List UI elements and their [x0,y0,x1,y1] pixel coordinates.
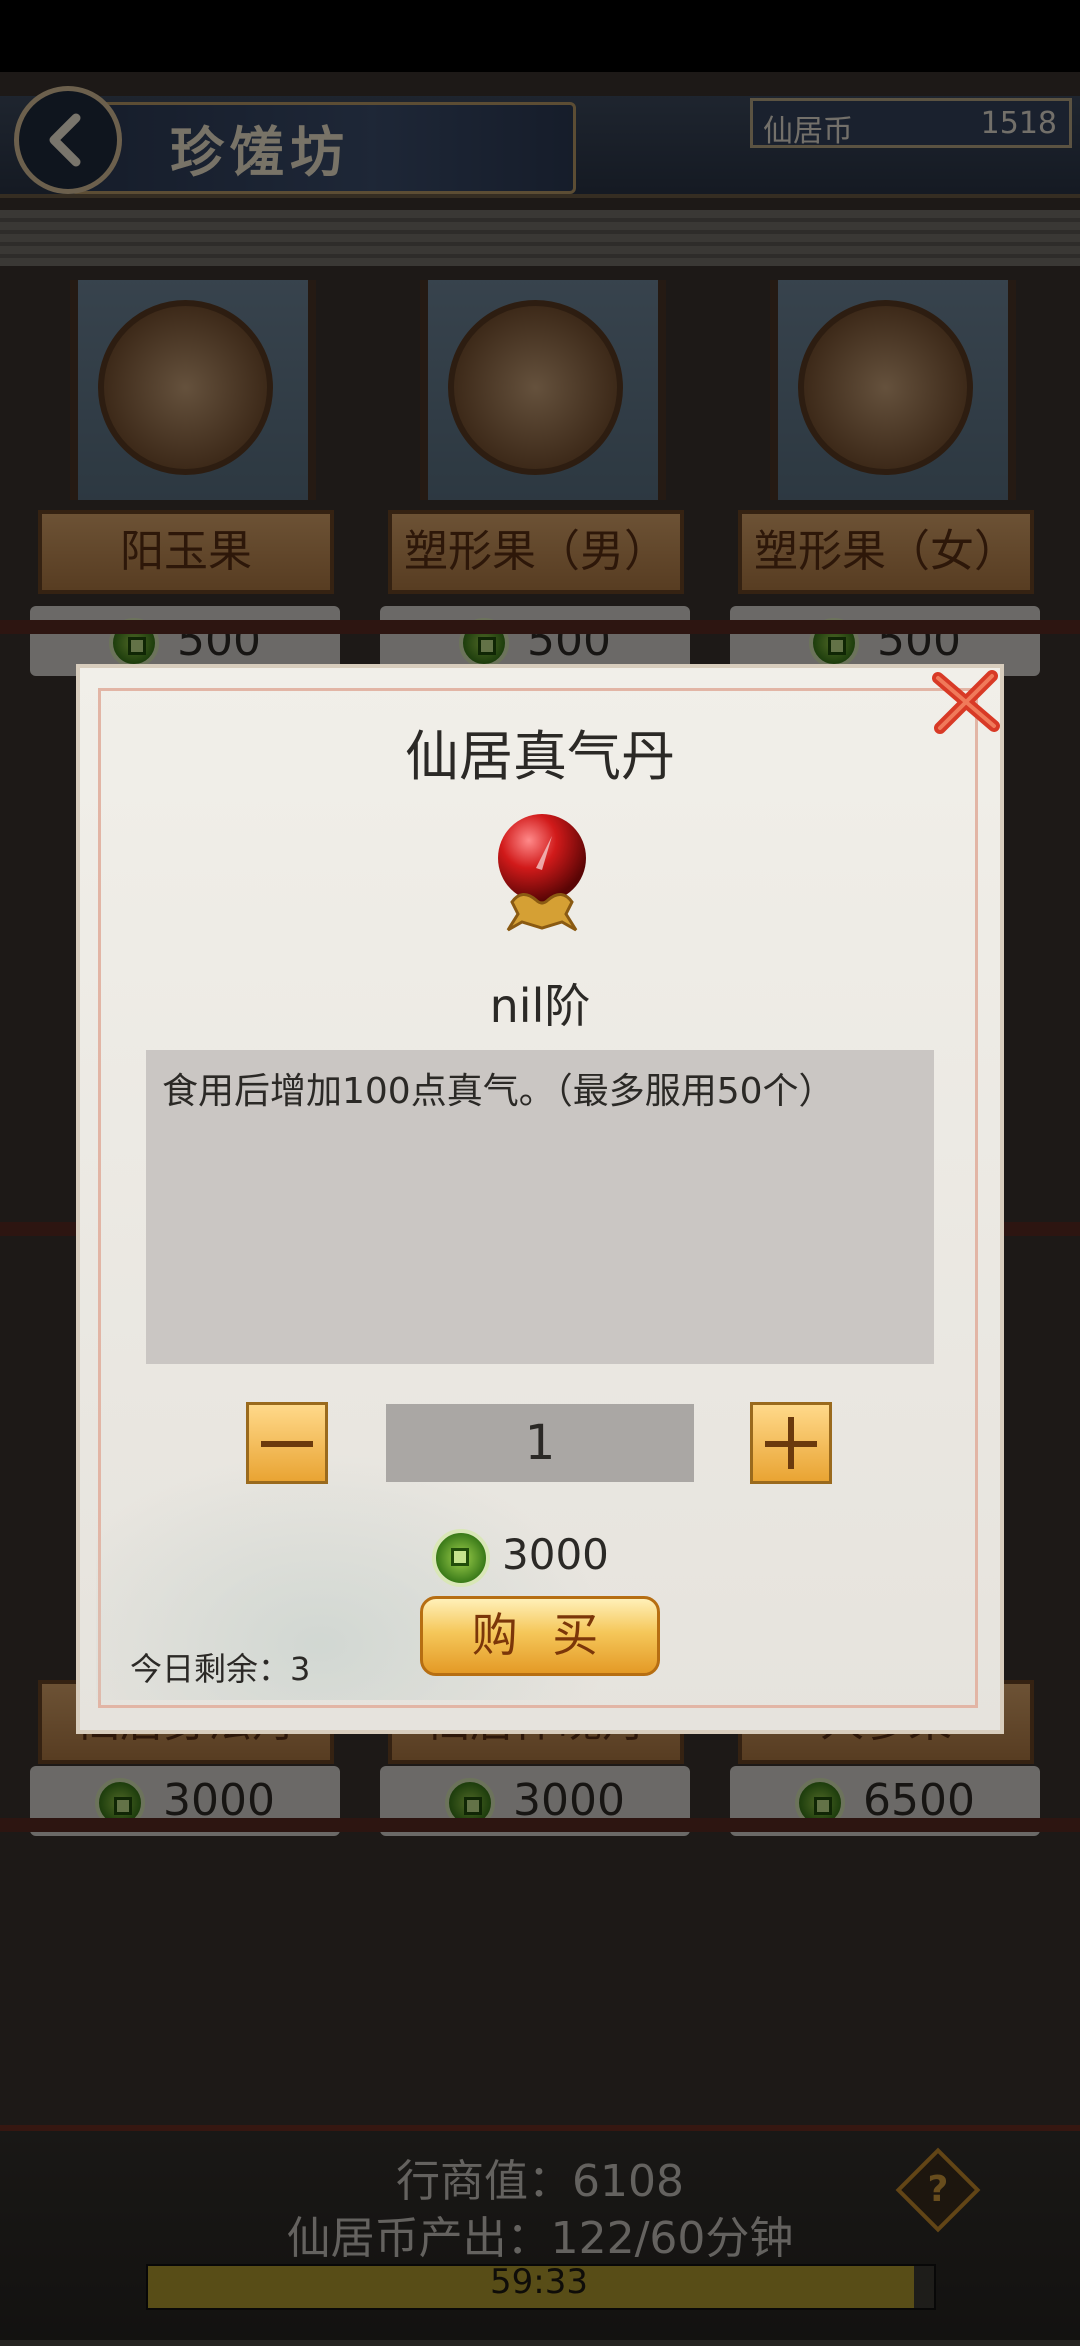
daily-remaining: 今日剩余：3 [130,1650,311,1688]
pill-icon [498,814,586,932]
dialog-title: 仙居真气丹 [405,725,675,788]
item-tier: nil阶 [489,979,591,1033]
decrease-quantity-button[interactable] [246,1402,328,1484]
quantity-field[interactable]: 1 [386,1404,694,1482]
description-text: 食用后增加100点真气。（最多服用50个） [162,1071,835,1112]
total-cost: 3000 [432,1524,609,1587]
coin-icon [432,1528,490,1587]
increase-quantity-button[interactable] [750,1402,832,1484]
total-cost-value: 3000 [502,1530,609,1579]
buy-button[interactable]: 购 买 [420,1596,660,1676]
